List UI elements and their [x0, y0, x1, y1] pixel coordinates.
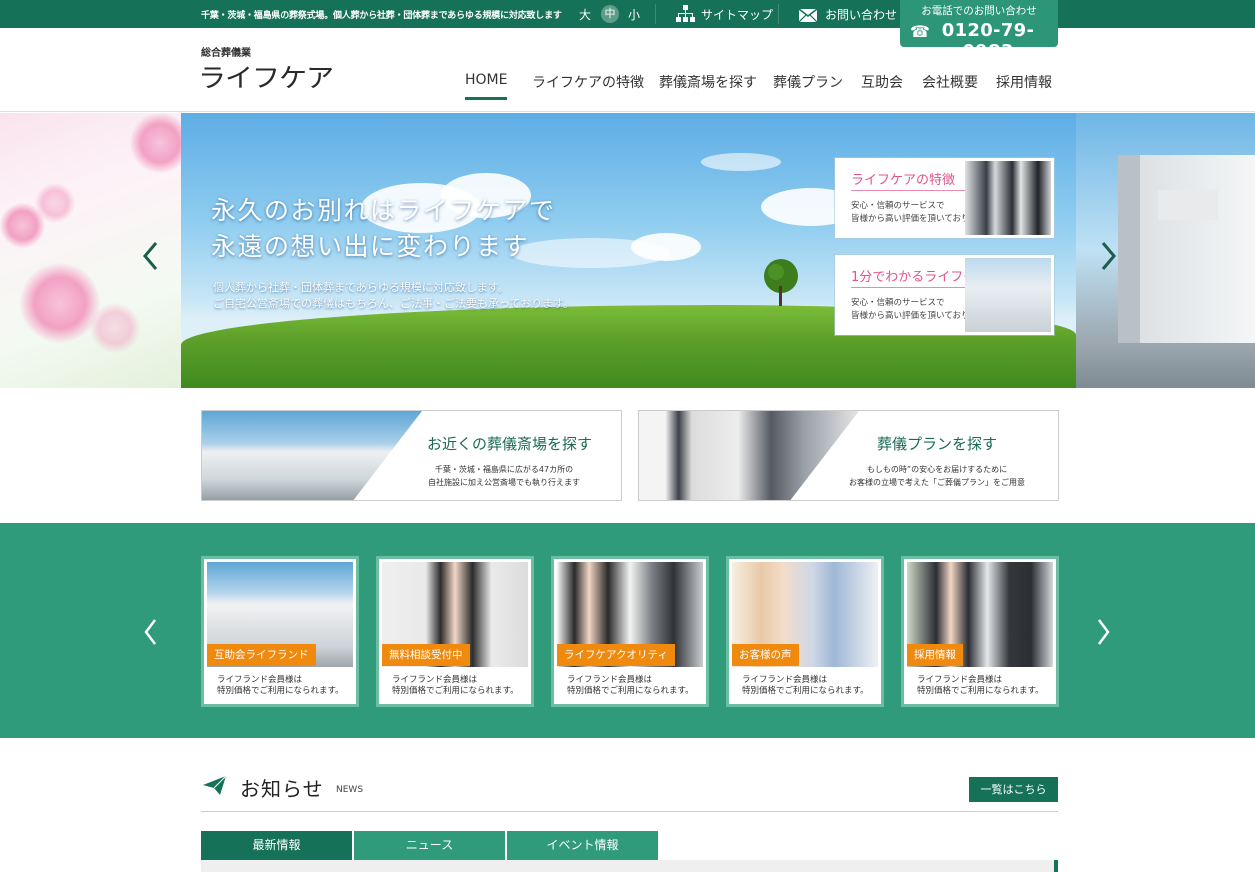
hero-card-title: ライフケアの特徴 — [851, 173, 956, 188]
service-line: ライフランド会員様は — [917, 675, 1003, 685]
hero-title-line: 永遠の想い出に変わります — [211, 232, 530, 261]
tab-latest[interactable]: 最新情報 — [201, 831, 352, 860]
paper-plane-icon — [203, 775, 227, 800]
service-line: 特別価格でご利用になられます。 — [392, 686, 519, 696]
news-title: お知らせ — [240, 777, 324, 801]
font-size-medium-button[interactable]: 中 — [601, 5, 619, 23]
service-description: ライフランド会員様は 特別価格でご利用になられます。 — [217, 675, 344, 697]
chevron-right-icon[interactable] — [1094, 236, 1124, 276]
divider — [851, 190, 976, 191]
sitemap-icon[interactable] — [676, 5, 695, 27]
news-title-en: NEWS — [336, 785, 364, 795]
service-description: ライフランド会員様は 特別価格でご利用になられます。 — [392, 675, 519, 697]
promo-find-plan[interactable]: 葬儀プランを探す もしもの時”の安心をお届けするために お客様の立場で考えた「ご… — [638, 410, 1059, 501]
site-description: 千葉・茨城・福島県の葬祭式場。個人葬から社葬・団体葬まであらゆる規模に対応致しま… — [201, 11, 562, 21]
contact-link[interactable]: お問い合わせ — [825, 6, 897, 23]
service-card-mutual-aid[interactable]: 互助会ライフランド ライフランド会員様は 特別価格でご利用になられます。 — [201, 556, 359, 707]
promo-description: 千葉・茨城・福島県に広がる47カ所の 自社施設に加え公営斎場でも執り行えます — [428, 463, 580, 489]
promo-line: お客様の立場で考えた「ご葬儀プラン」をご用意 — [849, 478, 1025, 487]
news-header: お知らせ NEWS — [201, 770, 1058, 812]
service-line: ライフランド会員様は — [742, 675, 828, 685]
service-card-quality[interactable]: ライフケアクオリティ ライフランド会員様は 特別価格でご利用になられます。 — [551, 556, 709, 707]
service-tag: 無料相談受付中 — [382, 644, 470, 666]
promo-title: 葬儀プランを探す — [877, 435, 998, 453]
hero-subtitle: 個人葬から社葬・団体葬まであらゆる規模に対応致します。 ご自宅公営斎場での葬儀は… — [213, 280, 574, 312]
hero-title-line: 永久のお別れはライフケアで — [211, 196, 556, 225]
font-size-small-button[interactable]: 小 — [628, 6, 640, 23]
service-card-recruit[interactable]: 採用情報 ライフランド会員様は 特別価格でご利用になられます。 — [901, 556, 1059, 707]
tree-image — [764, 259, 798, 306]
nav-home[interactable]: HOME — [465, 72, 508, 100]
hero-slider: 永久のお別れはライフケアで 永遠の想い出に変わります 個人葬から社葬・団体葬まで… — [0, 113, 1255, 388]
phone-label: お電話でのお問い合わせ — [921, 5, 1037, 17]
promo-title: お近くの葬儀斎場を探す — [427, 435, 593, 453]
service-line: 特別価格でご利用になられます。 — [742, 686, 869, 696]
service-description: ライフランド会員様は 特別価格でご利用になられます。 — [917, 675, 1044, 697]
nav-plans[interactable]: 葬儀プラン — [773, 72, 843, 92]
promo-description: もしもの時”の安心をお届けするために お客様の立場で考えた「ご葬儀プラン」をご用… — [849, 463, 1025, 489]
service-line: 特別価格でご利用になられます。 — [917, 686, 1044, 696]
service-tag: お客様の声 — [732, 644, 799, 666]
chevron-left-icon[interactable] — [135, 612, 165, 652]
hero-subtitle-line: 個人葬から社葬・団体葬まであらゆる規模に対応致します。 — [213, 281, 509, 294]
service-tag: 採用情報 — [907, 644, 963, 666]
sitemap-link[interactable]: サイトマップ — [701, 6, 773, 23]
hero-card-1min[interactable]: 1分でわかるライフケア 安心・信頼のサービスで 皆様から高い評価を頂いております — [835, 255, 1054, 335]
nav-mutual-aid[interactable]: 互助会 — [861, 72, 903, 92]
service-line: ライフランド会員様は — [567, 675, 653, 685]
chevron-left-icon[interactable] — [135, 236, 165, 276]
building-image — [1118, 155, 1255, 343]
service-description: ライフランド会員様は 特別価格でご利用になられます。 — [742, 675, 869, 697]
logo-subtitle: 総合葬儀業 — [201, 48, 251, 59]
promo-line: もしもの時”の安心をお届けするために — [866, 465, 1008, 474]
building-photo — [965, 258, 1051, 332]
nav-company[interactable]: 会社概要 — [922, 72, 978, 92]
service-line: 特別価格でご利用になられます。 — [567, 686, 694, 696]
service-card-voices[interactable]: お客様の声 ライフランド会員様は 特別価格でご利用になられます。 — [726, 556, 884, 707]
nav-features[interactable]: ライフケアの特徴 — [532, 72, 644, 92]
font-size-large-button[interactable]: 大 — [579, 6, 591, 23]
promo-find-hall[interactable]: お近くの葬儀斎場を探す 千葉・茨城・福島県に広がる47カ所の 自社施設に加え公営… — [201, 410, 622, 501]
service-line: ライフランド会員様は — [392, 675, 478, 685]
nav-find-hall[interactable]: 葬儀斎場を探す — [659, 72, 757, 92]
service-tag: 互助会ライフランド — [207, 644, 316, 666]
promo-line: 千葉・茨城・福島県に広がる47カ所の — [434, 465, 574, 474]
site-header: 総合葬儀業 ライフケア HOME ライフケアの特徴 葬儀斎場を探す 葬儀プラン … — [0, 28, 1255, 112]
hero-card-features[interactable]: ライフケアの特徴 安心・信頼のサービスで 皆様から高い評価を頂いております — [835, 158, 1054, 238]
service-line: 特別価格でご利用になられます。 — [217, 686, 344, 696]
divider — [851, 287, 976, 288]
service-tag: ライフケアクオリティ — [557, 644, 675, 666]
mail-icon[interactable] — [798, 7, 818, 26]
logo[interactable]: ライフケア — [198, 58, 334, 95]
news-list-button[interactable]: 一覧はこちら — [969, 777, 1058, 802]
top-bar: 千葉・茨城・福島県の葬祭式場。個人葬から社葬・団体葬まであらゆる規模に対応致しま… — [0, 0, 1255, 28]
divider — [778, 4, 779, 24]
tab-news[interactable]: ニュース — [354, 831, 505, 860]
divider — [655, 4, 656, 24]
news-list — [201, 860, 1058, 872]
hero-title: 永久のお別れはライフケアで 永遠の想い出に変わります — [211, 193, 556, 265]
service-description: ライフランド会員様は 特別価格でご利用になられます。 — [567, 675, 694, 697]
hero-subtitle-line: ご自宅公営斎場での葬儀はもちろん、ご法事・ご法要も承っております。 — [213, 297, 575, 310]
chevron-right-icon[interactable] — [1089, 612, 1119, 652]
service-line: ライフランド会員様は — [217, 675, 303, 685]
staff-photo — [965, 161, 1051, 235]
service-card-free-consultation[interactable]: 無料相談受付中 ライフランド会員様は 特別価格でご利用になられます。 — [376, 556, 534, 707]
promo-line: 自社施設に加え公営斎場でも執り行えます — [428, 478, 580, 487]
nav-recruit[interactable]: 採用情報 — [996, 72, 1052, 92]
tab-events[interactable]: イベント情報 — [507, 831, 658, 860]
